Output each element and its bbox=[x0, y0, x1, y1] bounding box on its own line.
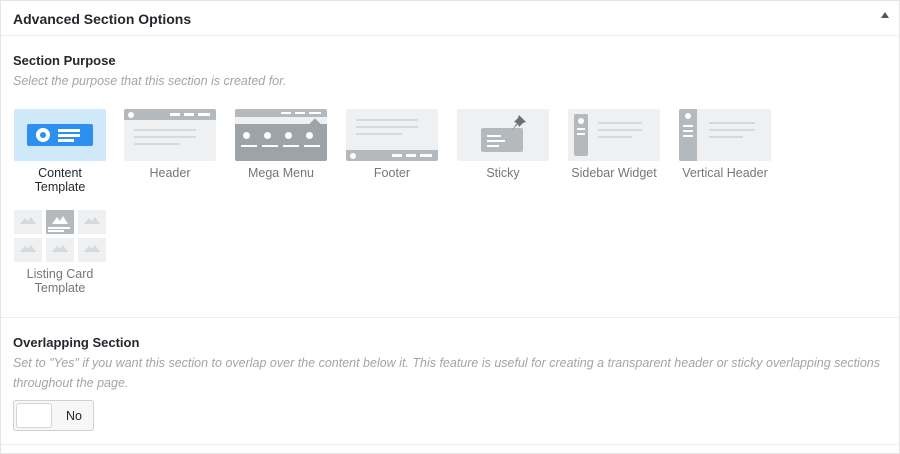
purpose-option-label: Footer bbox=[373, 166, 411, 180]
purpose-option-label: Listing Card Template bbox=[26, 267, 94, 295]
mega-menu-layout-icon bbox=[235, 109, 327, 161]
vertical-header-layout-icon bbox=[679, 109, 771, 161]
purpose-option-label: Content Template bbox=[34, 166, 86, 194]
purpose-option-footer[interactable]: Footer bbox=[345, 109, 439, 180]
section-divider-bottom bbox=[1, 444, 899, 445]
purpose-option-label: Sidebar Widget bbox=[571, 166, 657, 180]
toggle-value: No bbox=[66, 409, 82, 423]
purpose-option-content-template[interactable]: Content Template bbox=[13, 109, 107, 194]
panel-title: Advanced Section Options bbox=[13, 11, 192, 27]
purpose-option-sticky[interactable]: Sticky bbox=[456, 109, 550, 180]
overlapping-section-title: Overlapping Section bbox=[13, 335, 140, 350]
content-template-icon bbox=[14, 109, 106, 161]
sidebar-widget-layout-icon bbox=[568, 109, 660, 161]
section-purpose-title: Section Purpose bbox=[13, 53, 116, 68]
overlapping-section-description: Set to "Yes" if you want this section to… bbox=[13, 356, 880, 390]
purpose-option-listing-card-template[interactable]: Listing Card Template bbox=[13, 210, 107, 295]
purpose-option-mega-menu[interactable]: Mega Menu bbox=[234, 109, 328, 180]
footer-layout-icon bbox=[346, 109, 438, 161]
purpose-option-label: Mega Menu bbox=[247, 166, 314, 180]
collapse-arrow-icon[interactable] bbox=[881, 12, 889, 18]
purpose-option-header[interactable]: Header bbox=[123, 109, 217, 180]
section-purpose-description: Select the purpose that this section is … bbox=[13, 74, 287, 88]
purpose-option-label: Vertical Header bbox=[682, 166, 768, 180]
toggle-knob bbox=[16, 403, 52, 428]
purpose-option-label: Sticky bbox=[486, 166, 520, 180]
purpose-option-sidebar-widget[interactable]: Sidebar Widget bbox=[567, 109, 661, 180]
sticky-pin-icon bbox=[457, 109, 549, 161]
listing-card-grid-icon bbox=[14, 210, 106, 262]
advanced-section-options-panel: Advanced Section Options Section Purpose… bbox=[0, 0, 900, 454]
overlapping-toggle-switch[interactable]: No bbox=[13, 400, 94, 431]
header-layout-icon bbox=[124, 109, 216, 161]
purpose-option-label: Header bbox=[149, 166, 191, 180]
section-divider bbox=[1, 317, 899, 318]
purpose-option-vertical-header[interactable]: Vertical Header bbox=[678, 109, 772, 180]
panel-header[interactable]: Advanced Section Options bbox=[1, 1, 899, 36]
